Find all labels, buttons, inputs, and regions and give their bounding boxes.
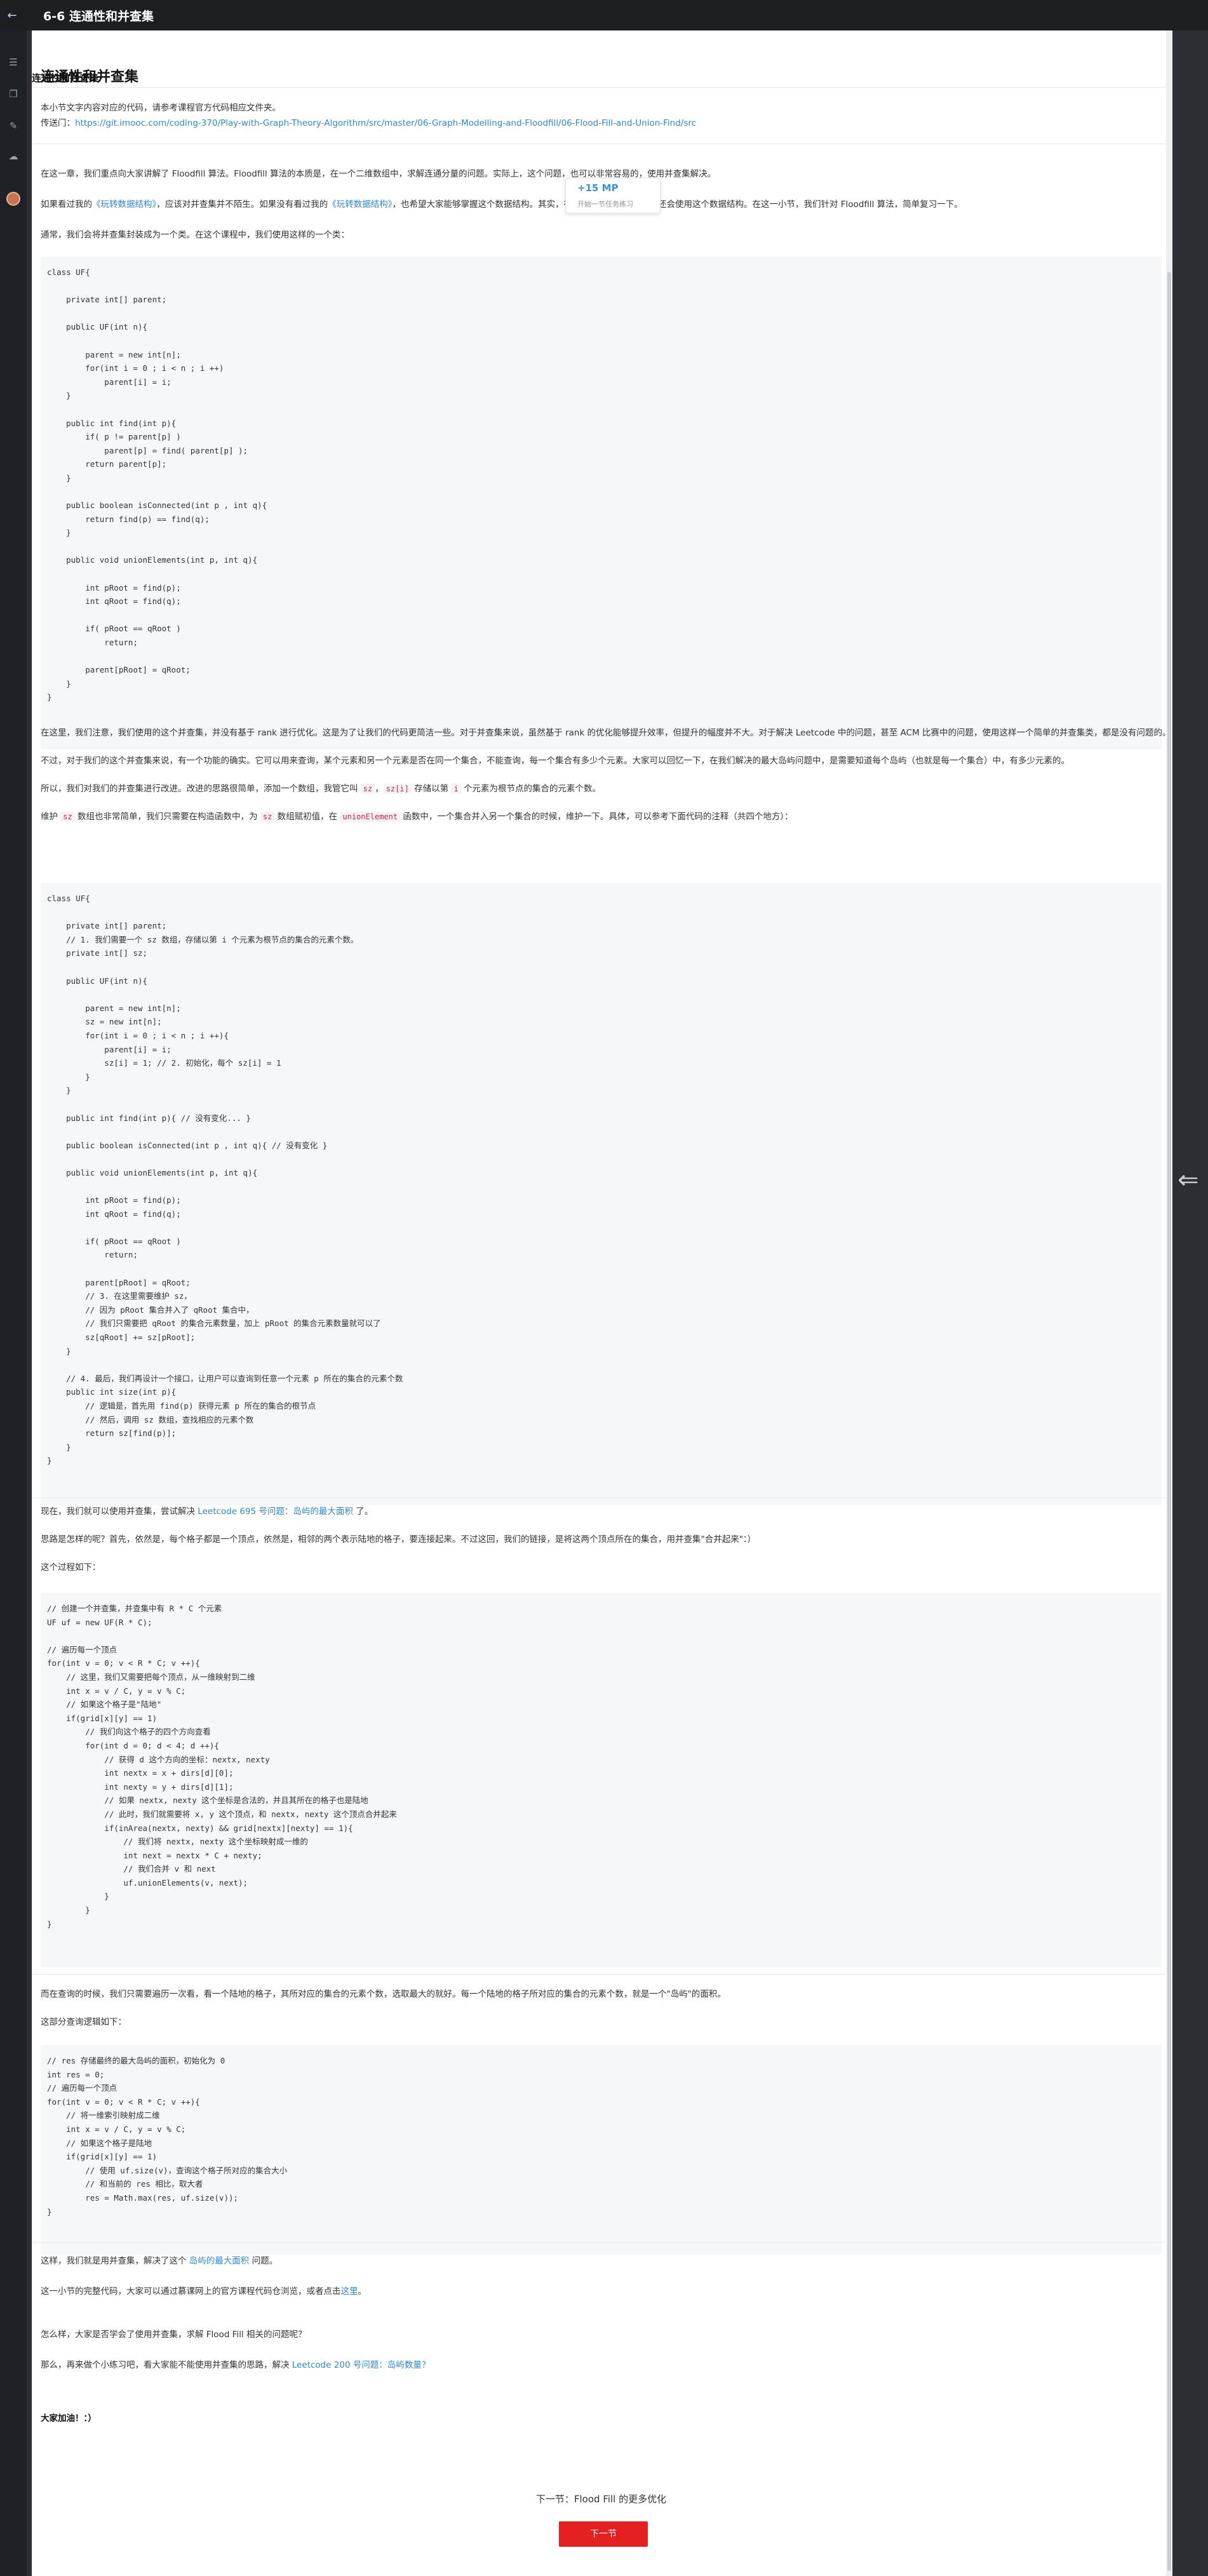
paragraph: 这个过程如下： (41, 1562, 101, 1573)
paragraph: 不过，对于我们的这个并查集来说，有一个功能的确实。它可以用来查询，某个元素和另一… (41, 756, 1070, 766)
course-link[interactable]: 《玩转数据结构》 (328, 199, 392, 210)
right-gutter: ⇐ (1172, 30, 1208, 2576)
scrollbar-thumb[interactable] (1167, 272, 1171, 2571)
bookmark-icon[interactable]: ❐ (6, 86, 21, 102)
section-leetcode: 现在，我们就可以使用并查集，尝试解决 Leetcode 695 号问题：岛屿的最… (41, 1504, 1171, 1575)
leetcode-695-link[interactable]: Leetcode 695 号问题：岛屿的最大面积 (198, 1506, 353, 1517)
next-section-button[interactable]: 下一节 (559, 2521, 648, 2547)
portal-label: 传送门： (41, 118, 75, 128)
back-arrow-icon[interactable]: ← (0, 9, 24, 22)
inline-code: sz (360, 784, 375, 794)
paragraph: 那么，再来做个小练习吧，看大家能不能使用并查集的思路，解决 Leetcode 2… (41, 2360, 431, 2370)
section-rank: 在这里，我们注意，我们使用的这个并查集，并没有基于 rank 进行优化。这是为了… (41, 725, 1171, 824)
divider (32, 2242, 1171, 2243)
leetcode-200-link[interactable]: Leetcode 200 号问题：岛屿数量？ (292, 2360, 431, 2370)
collapse-arrow-icon[interactable]: ⇐ (1178, 1167, 1199, 1193)
code-here-link[interactable]: 这里 (341, 2286, 358, 2297)
paragraph: 现在，我们就可以使用并查集，尝试解决 Leetcode 695 号问题：岛屿的最… (41, 1506, 373, 1517)
paragraph: 通常，我们会将并查集封装成为一个类。在这个课程中，我们使用这样的一个类： (41, 230, 349, 240)
edit-icon[interactable]: ✎ (6, 118, 21, 133)
code-block: // 创建一个并查集，并查集中有 R * C 个元素 UF uf = new U… (41, 1593, 1162, 1968)
paragraph: 这一小节的完整代码，大家可以通过慕课网上的官方课程代码仓浏览，或者点击这里。 (41, 2286, 366, 2297)
code-block: // res 存储最终的最大岛屿的面积，初始化为 0 int res = 0; … (41, 2045, 1162, 2255)
inline-code: i (451, 784, 461, 794)
avatar[interactable] (6, 192, 20, 206)
course-link[interactable]: 《玩转数据结构》 (92, 199, 156, 210)
article-heading: 连通性和并查集 (41, 69, 139, 85)
paragraph: 思路是怎样的呢？首先，依然是，每个格子都是一个顶点，依然是，相邻的两个表示陆地的… (41, 1534, 756, 1545)
paragraph: 而在查询的时候，我们只需要遍历一次看，看一个陆地的格子，其所对应的集合的元素个数… (41, 1989, 726, 1999)
intro-block: 本小节文字内容对应的代码，请参考课程官方代码相应文件夹。 传送门：https:/… (41, 100, 1171, 131)
intro-text: 本小节文字内容对应的代码，请参考课程官方代码相应文件夹。 (41, 103, 281, 113)
mp-points: +15 MP (577, 182, 619, 194)
mp-reward-badge[interactable]: +15 MP 开始一节任务练习 (565, 178, 661, 213)
menu-icon[interactable]: ☰ (6, 55, 21, 70)
inline-code: sz (60, 812, 75, 822)
paragraph: 怎么样，大家是否学会了使用并查集，求解 Flood Fill 相关的问题呢？ (41, 2330, 307, 2340)
code-block: class UF{ private int[] parent; // 1. 我们… (41, 883, 1162, 1505)
section-summary: 这样，我们就是用并查集，解决了这个 岛屿的最大面积 问题。 这一小节的完整代码，… (41, 2253, 1171, 2426)
article-panel: 连通性和并查集 连通性和并查集 本小节文字内容对应的代码，请参考课程官方代码相应… (32, 30, 1171, 2576)
left-sidebar: ☰ ❐ ✎ ☁ (0, 30, 27, 2576)
max-area-link[interactable]: 岛屿的最大面积 (189, 2256, 250, 2266)
scrollbar[interactable] (1166, 30, 1172, 2576)
portal-link[interactable]: https://git.imooc.com/coding-370/Play-wi… (75, 118, 696, 128)
closing-text: 大家加油！：） (41, 2413, 97, 2424)
code-block: class UF{ private int[] parent; public U… (41, 257, 1162, 749)
paragraph: 维护 sz 数组也非常简单，我们只需要在构造函数中，为 sz 数组赋初值，在 u… (41, 812, 793, 822)
inline-code: sz[i] (383, 784, 412, 794)
inline-code: unionElement (340, 812, 401, 822)
paragraph: 所以，我们对我们的并查集进行改进。改进的思路很简单，添加一个数组，我管它叫 sz… (41, 784, 601, 794)
divider (32, 1974, 1171, 1975)
mp-caption: 开始一节任务练习 (577, 200, 633, 208)
paragraph: 这部分查询逻辑如下： (41, 2017, 126, 2027)
page-title: 6-6 连通性和并查集 (43, 9, 154, 23)
cloud-icon[interactable]: ☁ (6, 149, 21, 164)
section-query: 而在查询的时候，我们只需要遍历一次看，看一个陆地的格子，其所对应的集合的元素个数… (41, 1987, 1171, 2030)
paragraph: 在这里，我们注意，我们使用的这个并查集，并没有基于 rank 进行优化。这是为了… (41, 728, 1171, 738)
inline-code: sz (260, 812, 275, 822)
portal-line: 传送门：https://git.imooc.com/coding-370/Pla… (41, 116, 1171, 131)
next-section-label[interactable]: 下一节：Flood Fill 的更多优化 (32, 2492, 1171, 2506)
paragraph: 这样，我们就是用并查集，解决了这个 岛屿的最大面积 问题。 (41, 2256, 278, 2266)
top-bar: ← 6-6 连通性和并查集 (0, 0, 1208, 30)
